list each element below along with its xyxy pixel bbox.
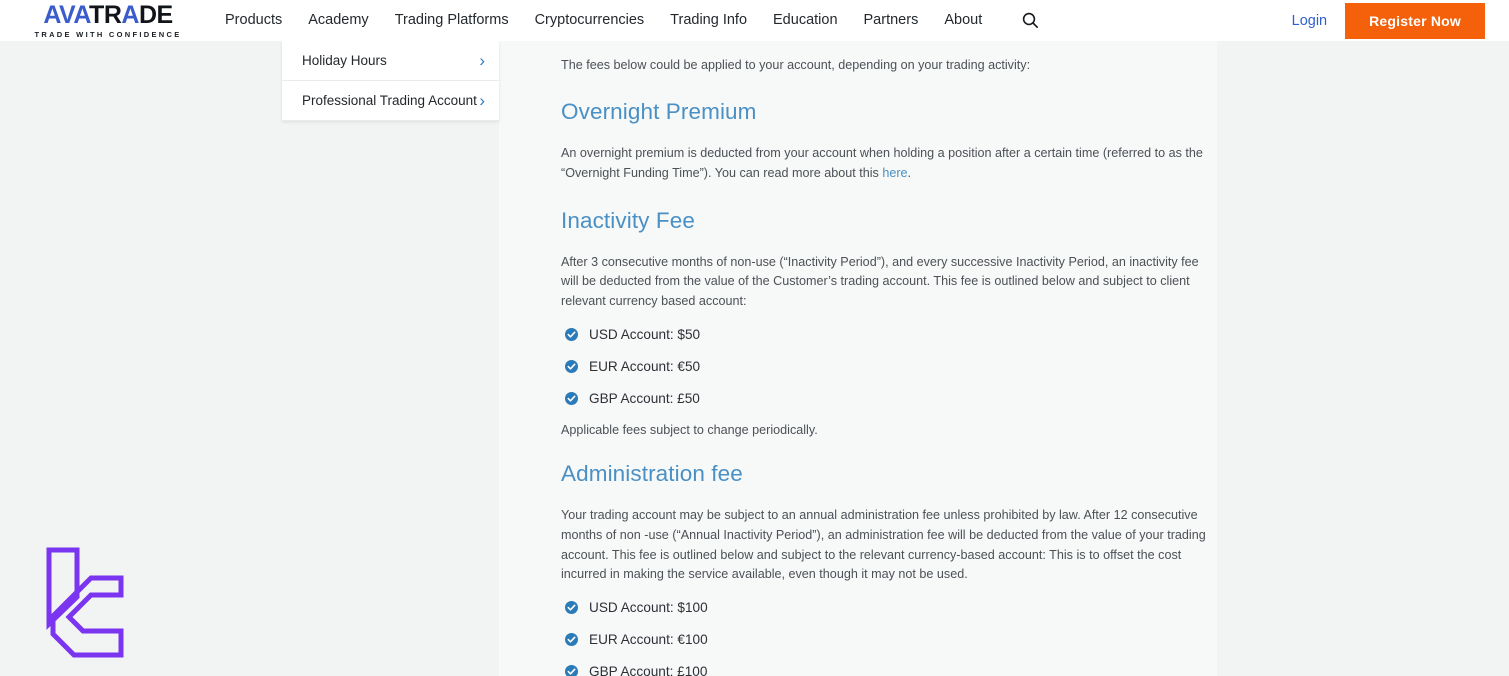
search-icon[interactable] (1015, 6, 1045, 36)
list-item: EUR Account: €50 (561, 359, 1217, 374)
administration-fee-list: USD Account: $100 EUR Account: €100 GBP … (561, 600, 1217, 676)
list-item: GBP Account: £100 (561, 664, 1217, 676)
nav-item-education[interactable]: Education (760, 0, 851, 41)
nav-item-academy[interactable]: Academy (295, 0, 381, 41)
sidebar-item-label: Professional Trading Account (302, 93, 477, 108)
check-circle-icon (565, 391, 578, 405)
list-item-label: EUR Account: €100 (589, 632, 708, 648)
list-item-label: USD Account: $50 (589, 326, 701, 342)
check-circle-icon (565, 601, 578, 615)
inactivity-fee-note: Applicable fees subject to change period… (561, 422, 818, 437)
overnight-text-after-link: . (907, 165, 912, 180)
nav-item-cryptocurrencies[interactable]: Cryptocurrencies (522, 0, 658, 41)
sidebar-item-professional-trading-account[interactable]: Professional Trading Account › (282, 81, 499, 121)
overnight-premium-paragraph: An overnight premium is deducted from yo… (561, 144, 1217, 184)
inactivity-fee-list: USD Account: $50 EUR Account: €50 GBP Ac… (561, 327, 1217, 406)
content-inner: The fees below could be applied to your … (499, 55, 1217, 676)
logo-wordmark: AVATRADE (43, 0, 173, 29)
nav-item-partners[interactable]: Partners (851, 0, 932, 41)
list-item: EUR Account: €100 (561, 632, 1217, 647)
search-glyph (1022, 12, 1038, 28)
list-item: GBP Account: £50 (561, 391, 1217, 406)
administration-fee-paragraph: Your trading account may be subject to a… (561, 507, 1206, 582)
logo-tagline: TRADE WITH CONFIDENCE (34, 29, 182, 39)
intro-paragraph: The fees below could be applied to your … (561, 58, 1031, 72)
check-circle-icon (565, 327, 578, 341)
sidebar-item-label: Holiday Hours (302, 53, 387, 68)
sidebar-item-holiday-hours[interactable]: Holiday Hours › (282, 41, 499, 81)
list-item: USD Account: $50 (561, 327, 1217, 342)
here-link[interactable]: here (882, 166, 907, 180)
nav-item-about[interactable]: About (931, 0, 995, 41)
section-heading-administration-fee: Administration fee (561, 460, 743, 486)
check-circle-icon (565, 665, 578, 676)
sidebar-accordion: Holiday Hours › Professional Trading Acc… (282, 41, 499, 121)
check-circle-icon (565, 359, 578, 373)
section-heading-inactivity-fee: Inactivity Fee (561, 207, 695, 233)
list-item-label: EUR Account: €50 (589, 358, 701, 374)
chevron-right-icon: › (479, 91, 485, 110)
site-header: AVATRADE TRADE WITH CONFIDENCE Products … (0, 0, 1509, 41)
logo-a-accent-text: A (121, 0, 139, 29)
login-link[interactable]: Login (1292, 13, 1327, 29)
list-item-label: GBP Account: £100 (589, 664, 708, 676)
register-now-button[interactable]: Register Now (1345, 2, 1485, 39)
list-item-label: USD Account: $100 (589, 600, 708, 616)
list-item-label: GBP Account: £50 (589, 390, 700, 406)
section-heading-overnight-premium: Overnight Premium (561, 99, 757, 125)
check-circle-icon (565, 633, 578, 647)
logo-tr-text: TR (89, 0, 122, 29)
list-item: USD Account: $100 (561, 600, 1217, 615)
nav-item-trading-info[interactable]: Trading Info (657, 0, 760, 41)
nav-item-trading-platforms[interactable]: Trading Platforms (382, 0, 522, 41)
page-root: AVATRADE TRADE WITH CONFIDENCE Products … (0, 0, 1509, 676)
main-content-panel: The fees below could be applied to your … (499, 41, 1217, 676)
logo-ava-text: AVA (43, 0, 90, 29)
main-navigation: Products Academy Trading Platforms Crypt… (212, 0, 1045, 41)
lc-monogram-glyph (46, 547, 124, 658)
lc-monogram-logo (44, 542, 126, 662)
logo-de-text: DE (138, 0, 173, 29)
inactivity-fee-paragraph: After 3 consecutive months of non-use (“… (561, 254, 1199, 309)
avatrade-logo[interactable]: AVATRADE TRADE WITH CONFIDENCE (0, 0, 208, 41)
header-actions: Login Register Now (1292, 2, 1509, 39)
chevron-right-icon: › (479, 51, 485, 70)
nav-item-products[interactable]: Products (212, 0, 295, 41)
